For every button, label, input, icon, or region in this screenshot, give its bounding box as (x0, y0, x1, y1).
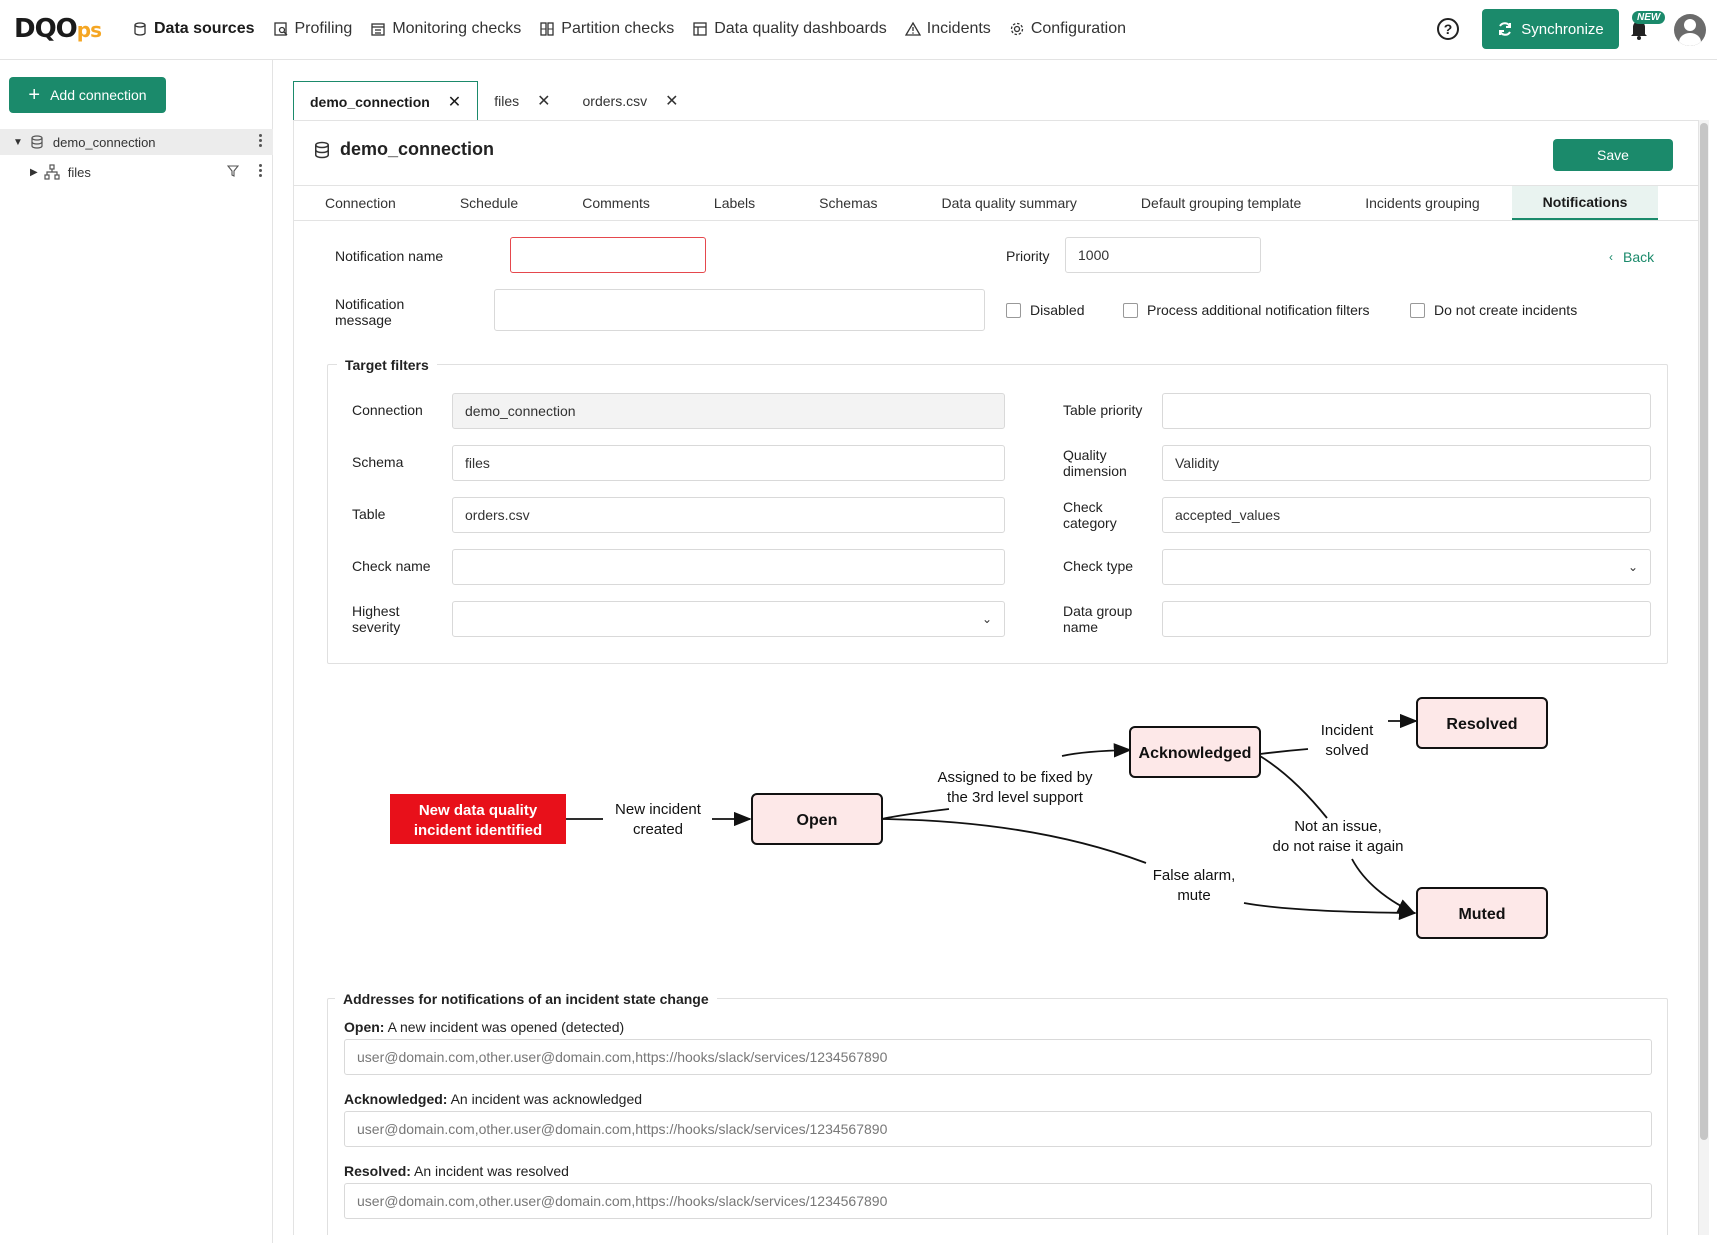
start-node-label-2: incident identified (414, 822, 542, 839)
edge-line (1259, 748, 1309, 755)
schema-icon (44, 164, 60, 180)
profiling-icon (273, 22, 287, 36)
state-resolved-label: Resolved (1446, 716, 1517, 733)
gear-icon (1010, 22, 1023, 36)
edge-line (1351, 858, 1416, 914)
avatar[interactable] (1674, 14, 1706, 46)
scrollbar-thumb[interactable] (1700, 123, 1708, 1140)
connection-panel: demo_connection Save Connection Schedule… (293, 120, 1699, 1235)
top-navigation-bar: DQOps Data sources Profiling Monitoring … (0, 0, 1717, 60)
database-icon (31, 135, 43, 149)
tree-item-demo-connection[interactable]: ▼ demo_connection (0, 129, 273, 155)
state-muted-label: Muted (1458, 906, 1505, 923)
address-resolved-input[interactable]: user@domain.com,other.user@domain.com,ht… (344, 1183, 1652, 1219)
address-open-input[interactable]: user@domain.com,other.user@domain.com,ht… (344, 1039, 1652, 1075)
edge-line (1061, 743, 1132, 758)
addresses-legend: Addresses for notifications of an incide… (335, 991, 717, 1007)
address-resolved-label: Resolved: An incident was resolved (344, 1163, 569, 1179)
more-options-icon[interactable] (259, 164, 263, 179)
nav-monitoring-checks[interactable]: Monitoring checks (370, 20, 521, 38)
edge-label: False alarm, (1153, 867, 1236, 884)
close-icon[interactable]: ✕ (537, 91, 550, 111)
calendar-icon (371, 23, 385, 36)
edge-line (881, 818, 1147, 864)
dqops-logo[interactable]: DQOps (14, 14, 102, 44)
plus-icon: + (28, 84, 41, 106)
scrollbar[interactable] (1699, 120, 1709, 1235)
close-icon[interactable]: ✕ (665, 91, 678, 111)
partition-icon (540, 22, 554, 36)
edge-line (881, 808, 950, 820)
new-badge: NEW (1632, 11, 1666, 24)
state-open-label: Open (797, 812, 838, 829)
edge-line (1243, 902, 1417, 921)
edge-label: the 3rd level support (947, 789, 1084, 806)
sync-icon (1499, 22, 1512, 36)
nav-data-quality-dashboards[interactable]: Data quality dashboards (692, 20, 887, 38)
state-acknowledged-label: Acknowledged (1139, 745, 1252, 762)
editor-tabs: demo_connection ✕ files ✕ orders.csv ✕ (293, 81, 695, 121)
address-acknowledged-label: Acknowledged: An incident was acknowledg… (344, 1091, 643, 1107)
start-node-label-1: New data quality (419, 802, 538, 819)
add-connection-button[interactable]: + Add connection (9, 77, 166, 113)
caret-right-icon[interactable]: ▶ (30, 167, 38, 178)
nav-partition-checks[interactable]: Partition checks (539, 20, 674, 38)
synchronize-button[interactable]: Synchronize (1482, 9, 1619, 49)
edge-line (1259, 755, 1328, 819)
edge-label: Incident (1321, 722, 1374, 739)
tab-files[interactable]: files ✕ (478, 81, 566, 121)
caret-down-icon[interactable]: ▼ (13, 137, 23, 148)
nav-data-sources[interactable]: Data sources (132, 20, 255, 38)
close-icon[interactable]: ✕ (448, 92, 461, 112)
nav-incidents[interactable]: Incidents (904, 20, 991, 38)
main-nav: Data sources Profiling Monitoring checks… (132, 0, 1144, 58)
edge-label: New incident (615, 801, 702, 818)
edge-label: Assigned to be fixed by (937, 769, 1093, 786)
sidebar: + Add connection ▼ demo_connection ▶ fil… (0, 60, 273, 1243)
edge-label: solved (1325, 742, 1368, 759)
address-acknowledged-input[interactable]: user@domain.com,other.user@domain.com,ht… (344, 1111, 1652, 1147)
edge-label: do not raise it again (1273, 838, 1404, 855)
edge-label: mute (1177, 887, 1210, 904)
tab-orders-csv[interactable]: orders.csv ✕ (567, 81, 695, 121)
nav-profiling[interactable]: Profiling (273, 20, 352, 38)
edge-label: created (633, 821, 683, 838)
filter-icon[interactable] (227, 165, 239, 177)
database-icon (134, 22, 146, 36)
nav-configuration[interactable]: Configuration (1009, 20, 1126, 38)
address-open-label: Open: A new incident was opened (detecte… (344, 1019, 625, 1035)
help-icon[interactable]: ? (1437, 18, 1459, 40)
edge-label: Not an issue, (1294, 818, 1382, 835)
more-options-icon[interactable] (259, 134, 263, 149)
tree-item-files[interactable]: ▶ files (0, 159, 273, 185)
warning-icon (904, 21, 921, 36)
tab-demo-connection[interactable]: demo_connection ✕ (293, 81, 479, 121)
dashboard-icon (693, 22, 707, 36)
